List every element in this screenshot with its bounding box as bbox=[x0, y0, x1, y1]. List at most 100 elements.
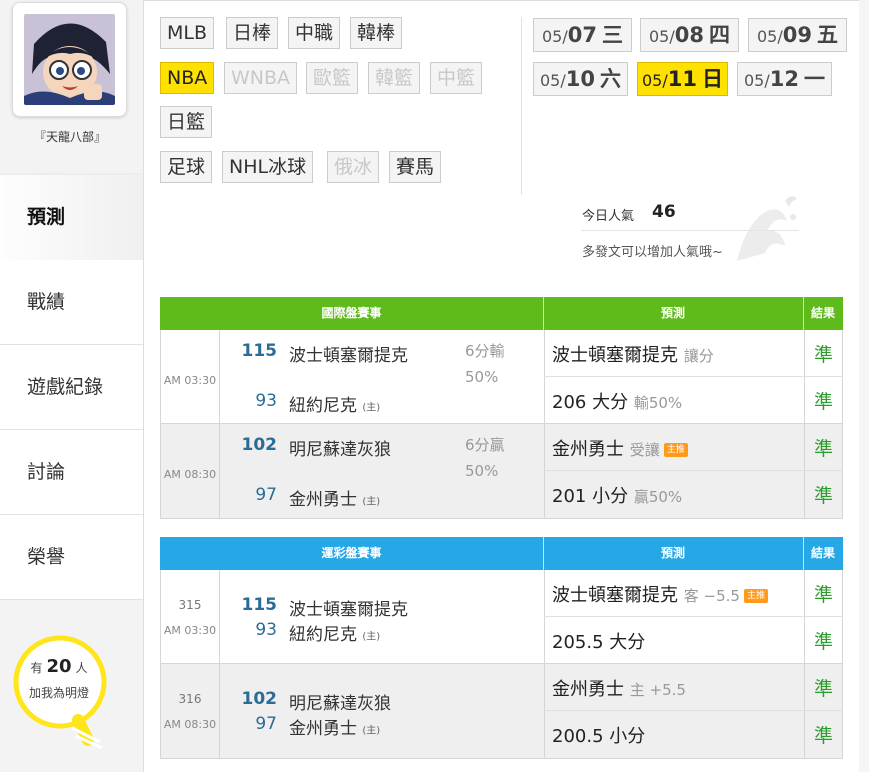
date-day: 07 bbox=[567, 23, 597, 47]
date-weekday: 六 bbox=[600, 67, 622, 91]
away-team[interactable]: 波士頓塞爾提克 bbox=[289, 341, 408, 366]
home-team[interactable]: 金州勇士 (主) bbox=[289, 714, 380, 739]
home-team[interactable]: 紐約尼克 (主) bbox=[289, 391, 380, 416]
main-panel: MLB 日棒 中職 韓棒 NBA WNBA 歐籃 韓籃 中籃 日籃 足球 NHL… bbox=[143, 0, 859, 772]
date-0507[interactable]: 05/07 三 bbox=[533, 18, 632, 52]
away-team[interactable]: 明尼蘇達灰狼 bbox=[289, 689, 391, 714]
nav-discussion[interactable]: 討論 bbox=[0, 430, 143, 515]
header-match: 運彩盤賽事 bbox=[160, 537, 543, 570]
league-kr-baseball[interactable]: 韓棒 bbox=[350, 17, 403, 49]
fan-count-prefix: 有 bbox=[30, 661, 43, 675]
away-team[interactable]: 波士頓塞爾提克 bbox=[289, 595, 408, 620]
home-team-name: 金州勇士 bbox=[289, 719, 357, 739]
prediction-text: 金州勇士 bbox=[552, 439, 624, 460]
home-mark: (主) bbox=[362, 725, 381, 737]
prediction-text: 波士頓塞爾提克 bbox=[552, 345, 678, 366]
nav-honor[interactable]: 榮譽 bbox=[0, 515, 143, 600]
result: 準 bbox=[813, 391, 833, 413]
username[interactable]: 『天龍八部』 bbox=[0, 128, 140, 145]
date-weekday: 三 bbox=[602, 23, 624, 47]
home-team-name: 金州勇士 bbox=[289, 490, 357, 510]
date-month: 05/ bbox=[641, 71, 668, 90]
league-nba[interactable]: NBA bbox=[160, 62, 215, 94]
home-mark: (主) bbox=[362, 496, 381, 508]
prediction-text: 206 大分 bbox=[552, 392, 629, 413]
header-prediction: 預測 bbox=[543, 537, 803, 570]
result: 準 bbox=[813, 344, 833, 366]
home-score: 97 bbox=[255, 485, 277, 505]
prediction-main: 201 小分 贏50% bbox=[552, 482, 682, 508]
header-result: 結果 bbox=[803, 297, 843, 330]
popularity-count: 46 bbox=[652, 202, 676, 222]
header-prediction: 預測 bbox=[543, 297, 803, 330]
date-day: 12 bbox=[769, 67, 799, 91]
popularity-tip: 多發文可以增加人氣哦~ bbox=[582, 245, 723, 260]
league-football[interactable]: 足球 bbox=[160, 151, 213, 183]
game-time: AM 08:30 bbox=[163, 468, 217, 481]
home-mark: (主) bbox=[362, 631, 381, 643]
away-score: 115 bbox=[241, 595, 278, 615]
prediction-main: 200.5 小分 bbox=[552, 722, 645, 748]
league-cpbl[interactable]: 中職 bbox=[288, 17, 341, 49]
handicap: 6分贏50% bbox=[465, 436, 505, 480]
home-team-name: 紐約尼克 bbox=[289, 396, 357, 416]
game-number: 316 bbox=[178, 692, 202, 706]
league-mlb[interactable]: MLB bbox=[160, 17, 215, 49]
prediction-main: 波士頓塞爾提克 讓分 bbox=[552, 341, 714, 367]
league-jp-baseball[interactable]: 日棒 bbox=[226, 17, 279, 49]
away-score: 102 bbox=[241, 689, 278, 709]
date-0508[interactable]: 05/08 四 bbox=[640, 18, 739, 52]
nav-predict[interactable]: 預測 bbox=[0, 175, 143, 260]
league-nhl[interactable]: NHL冰球 bbox=[222, 151, 314, 183]
date-weekday: 一 bbox=[804, 67, 826, 91]
home-score: 97 bbox=[255, 714, 277, 734]
prediction-sub: 輸50% bbox=[633, 394, 683, 412]
date-0511[interactable]: 05/11 日 bbox=[637, 62, 728, 96]
lottery-table: 運彩盤賽事 預測 結果 315 AM 03:30 115 波士頓塞爾提克 93 … bbox=[160, 537, 843, 759]
follow-label[interactable]: 加我為明燈 bbox=[14, 684, 104, 701]
avatar[interactable] bbox=[24, 14, 115, 105]
prediction-sub: 主 +5.5 bbox=[629, 681, 686, 699]
league-wnba: WNBA bbox=[224, 62, 298, 94]
result: 準 bbox=[813, 678, 833, 700]
league-euro-basketball: 歐籃 bbox=[306, 62, 359, 94]
league-horse-racing[interactable]: 賽馬 bbox=[389, 151, 442, 183]
home-team[interactable]: 紐約尼克 (主) bbox=[289, 620, 380, 645]
date-month: 05/ bbox=[541, 27, 568, 46]
away-score: 115 bbox=[241, 341, 278, 361]
league-cn-basketball: 中籃 bbox=[430, 62, 483, 94]
league-khl: 俄冰 bbox=[327, 151, 380, 183]
home-score: 93 bbox=[255, 391, 277, 411]
avatar-frame[interactable] bbox=[12, 2, 127, 117]
sidebar: 『天龍八部』 預測 戰績 遊戲紀錄 討論 榮譽 有 20 人 加我為明燈 bbox=[0, 0, 143, 772]
date-month: 05/ bbox=[756, 27, 783, 46]
game-time: AM 03:30 bbox=[163, 624, 217, 637]
prediction-sub: 客 −5.5 bbox=[683, 587, 740, 605]
home-team[interactable]: 金州勇士 (主) bbox=[289, 485, 380, 510]
prediction-sub: 贏50% bbox=[633, 488, 683, 506]
away-team[interactable]: 明尼蘇達灰狼 bbox=[289, 435, 391, 460]
prediction-main: 波士頓塞爾提克 客 −5.5 主推 bbox=[552, 581, 768, 607]
nav-record[interactable]: 戰績 bbox=[0, 260, 143, 345]
nav-game-history[interactable]: 遊戲紀錄 bbox=[0, 345, 143, 430]
date-month: 05/ bbox=[539, 71, 566, 90]
date-weekday: 四 bbox=[709, 23, 731, 47]
league-jp-basketball[interactable]: 日籃 bbox=[160, 106, 213, 138]
home-mark: (主) bbox=[362, 402, 381, 414]
divider bbox=[521, 17, 522, 195]
popularity-label: 今日人氣 bbox=[582, 209, 635, 224]
date-month: 05/ bbox=[743, 71, 770, 90]
date-month: 05/ bbox=[648, 27, 675, 46]
game-time: AM 08:30 bbox=[163, 718, 217, 731]
international-table: 國際盤賽事 預測 結果 AM 03:30 115 波士頓塞爾提克 93 紐約尼克… bbox=[160, 297, 843, 519]
result: 準 bbox=[813, 485, 833, 507]
date-0512[interactable]: 05/12 一 bbox=[737, 62, 832, 96]
date-0509[interactable]: 05/09 五 bbox=[748, 18, 847, 52]
fan-count-suffix: 人 bbox=[75, 661, 88, 675]
league-kr-basketball: 韓籃 bbox=[368, 62, 421, 94]
featured-badge: 主推 bbox=[663, 443, 688, 457]
home-score: 93 bbox=[255, 620, 277, 640]
prediction-main: 206 大分 輸50% bbox=[552, 388, 682, 414]
date-0510[interactable]: 05/10 六 bbox=[533, 62, 628, 96]
fan-count-label: 有 20 人 bbox=[14, 656, 104, 677]
